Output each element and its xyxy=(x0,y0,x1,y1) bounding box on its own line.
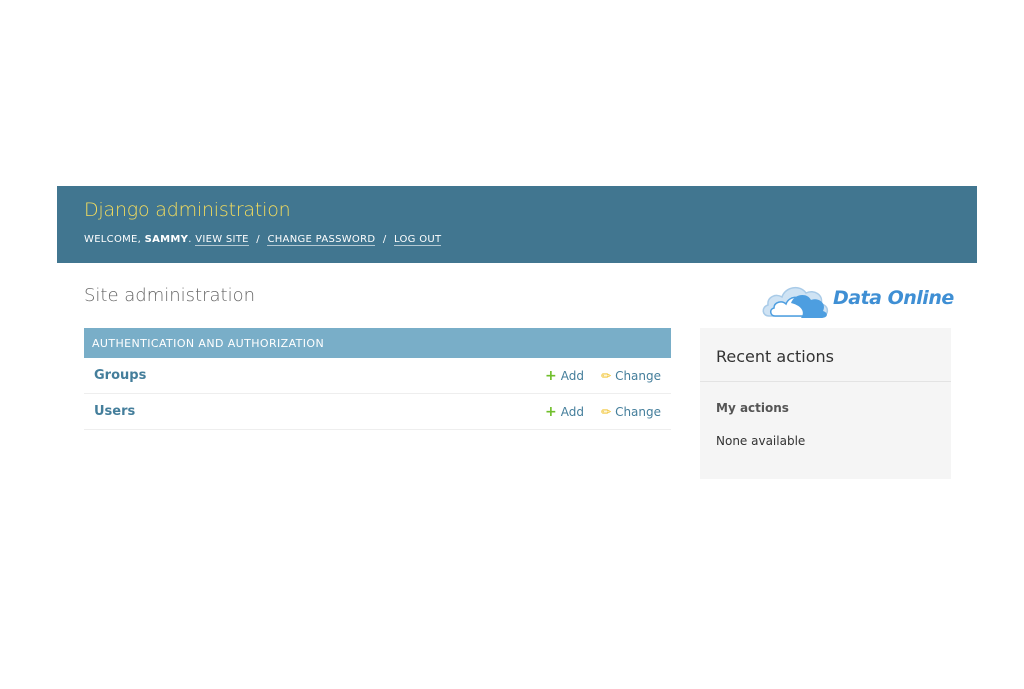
view-site-link[interactable]: VIEW SITE xyxy=(195,234,249,246)
log-out-link[interactable]: LOG OUT xyxy=(394,234,442,246)
pencil-icon: ✏ xyxy=(601,405,612,419)
site-branding[interactable]: Django administration xyxy=(84,199,291,221)
admin-page: Django administration WELCOME, SAMMY. VI… xyxy=(57,186,977,506)
my-actions-heading: My actions xyxy=(716,401,789,415)
app-module-auth: AUTHENTICATION AND AUTHORIZATION Groups … xyxy=(84,328,671,430)
table-row: Groups + Add ✏ Change xyxy=(84,358,671,394)
change-label: Change xyxy=(615,369,662,383)
welcome-text: WELCOME, xyxy=(84,234,142,245)
cloud-icon xyxy=(762,286,829,318)
pencil-icon: ✏ xyxy=(601,369,612,383)
model-link-groups[interactable]: Groups xyxy=(94,368,146,383)
page-title: Site administration xyxy=(84,285,256,306)
separator: / xyxy=(256,234,260,245)
recent-actions-empty: None available xyxy=(716,434,806,448)
model-link-users[interactable]: Users xyxy=(94,404,135,419)
plus-icon: + xyxy=(545,368,557,384)
change-password-link[interactable]: CHANGE PASSWORD xyxy=(267,234,376,246)
recent-actions-panel: Recent actions My actions None available xyxy=(700,328,951,479)
user-suffix: . xyxy=(188,234,192,245)
add-groups-button[interactable]: + Add xyxy=(545,369,584,383)
table-row: Users + Add ✏ Change xyxy=(84,394,671,430)
user-tools: WELCOME, SAMMY. VIEW SITE / CHANGE PASSW… xyxy=(84,234,442,246)
divider xyxy=(700,381,951,382)
change-label: Change xyxy=(615,405,662,419)
change-users-button[interactable]: ✏ Change xyxy=(601,405,661,419)
change-groups-button[interactable]: ✏ Change xyxy=(601,369,661,383)
plus-icon: + xyxy=(545,404,557,420)
recent-actions-title: Recent actions xyxy=(716,347,834,366)
add-users-button[interactable]: + Add xyxy=(545,405,584,419)
header: Django administration WELCOME, SAMMY. VI… xyxy=(57,186,977,263)
user-name: SAMMY xyxy=(144,234,189,245)
separator: / xyxy=(382,234,387,245)
data-online-logo: Data Online xyxy=(761,278,961,320)
add-label: Add xyxy=(560,369,584,383)
module-caption[interactable]: AUTHENTICATION AND AUTHORIZATION xyxy=(84,328,671,358)
logo-text: Data Online xyxy=(833,287,954,309)
add-label: Add xyxy=(560,405,584,419)
